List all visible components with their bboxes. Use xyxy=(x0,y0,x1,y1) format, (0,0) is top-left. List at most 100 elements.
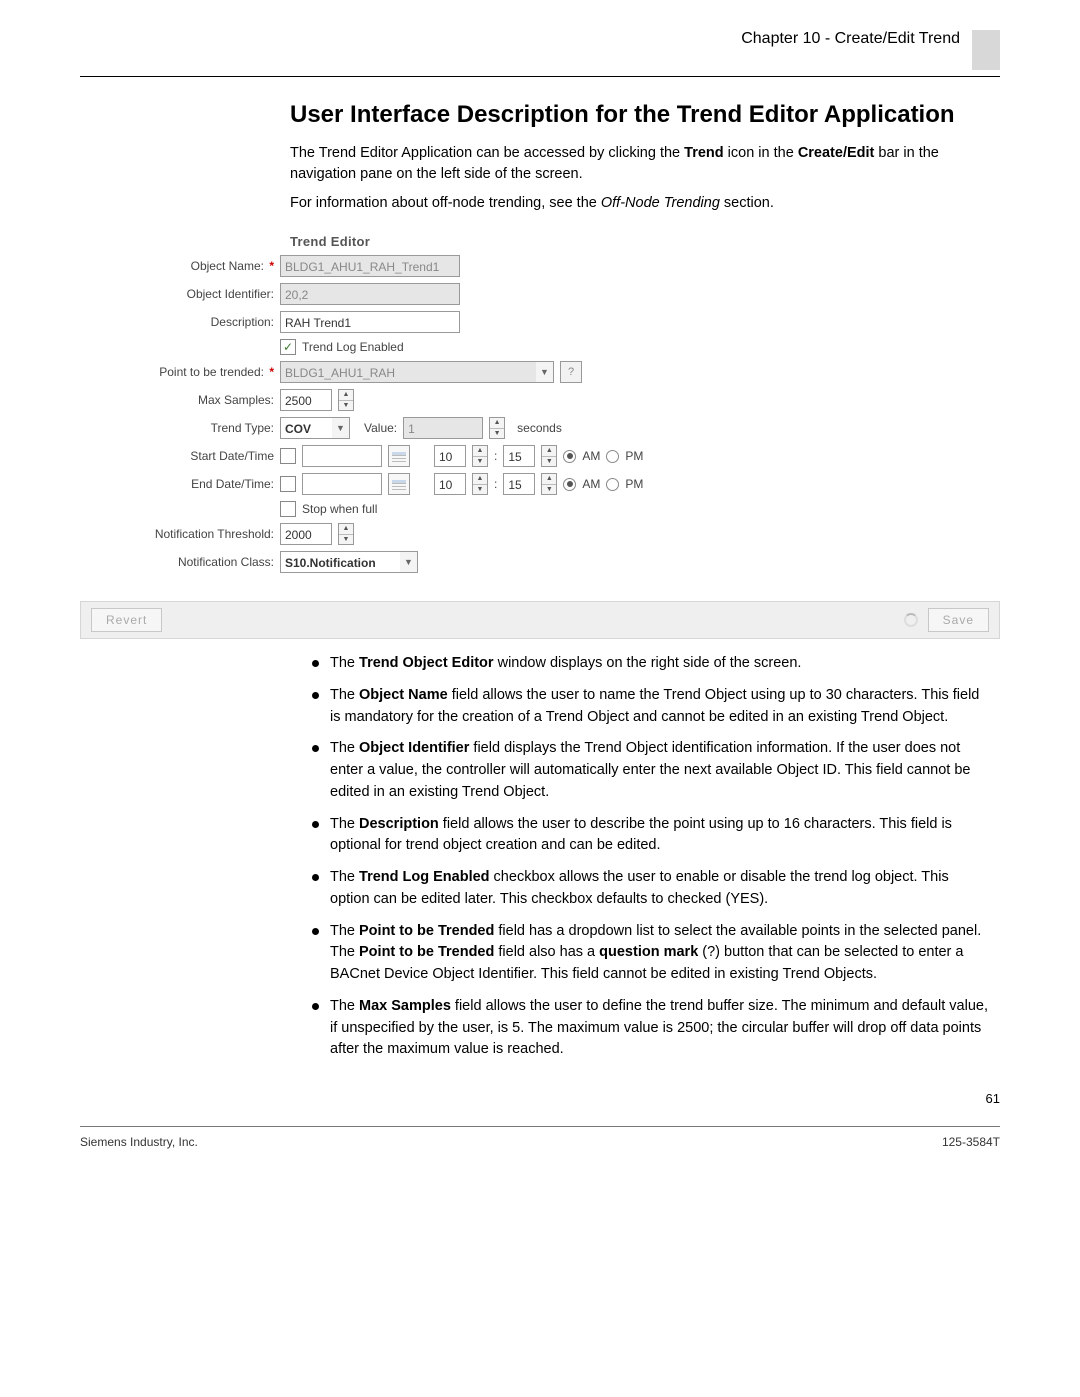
end-hour-input[interactable]: 10 xyxy=(434,473,466,495)
revert-button[interactable]: Revert xyxy=(91,608,162,632)
object-id-label: Object Identifier: xyxy=(80,287,280,301)
end-minute-input[interactable]: 15 xyxy=(503,473,535,495)
list-item: The Trend Object Editor window displays … xyxy=(312,653,990,675)
text: window displays on the right side of the… xyxy=(494,655,802,671)
start-pm-radio[interactable] xyxy=(606,450,619,463)
max-samples-spinner[interactable]: ▲▼ xyxy=(338,389,354,411)
list-item: The Object Name field allows the user to… xyxy=(312,685,990,729)
text-bold: Description xyxy=(359,816,439,832)
start-am-radio[interactable] xyxy=(563,450,576,463)
text-bold: Point to be Trended xyxy=(359,923,494,939)
value-input[interactable]: 1 xyxy=(403,417,483,439)
value-label: Value: xyxy=(364,421,397,435)
chapter-label: Chapter 10 - Create/Edit xyxy=(741,30,914,47)
text-bold: Object Name xyxy=(359,687,448,703)
notif-class-select[interactable]: S10.Notification xyxy=(280,551,400,573)
am-label: AM xyxy=(582,449,600,463)
list-item: The Description field allows the user to… xyxy=(312,814,990,858)
chapter-subtitle: Trend xyxy=(919,30,960,47)
am-label: AM xyxy=(582,477,600,491)
object-id-input[interactable]: 20,2 xyxy=(280,283,460,305)
header-decor xyxy=(972,30,1000,70)
text: The xyxy=(330,869,359,885)
chevron-down-icon[interactable]: ▼ xyxy=(400,551,418,573)
end-enable-checkbox[interactable] xyxy=(280,476,296,492)
start-minute-spinner[interactable]: ▲▼ xyxy=(541,445,557,467)
page-number: 61 xyxy=(80,1091,1000,1106)
start-date-input[interactable] xyxy=(302,445,382,467)
notif-threshold-input[interactable]: 2000 xyxy=(280,523,332,545)
value-spinner[interactable]: ▲▼ xyxy=(489,417,505,439)
text-bold: Trend xyxy=(684,145,723,161)
text: icon in the xyxy=(724,145,798,161)
text: field also has a xyxy=(494,944,599,960)
trend-type-select[interactable]: COV xyxy=(280,417,332,439)
calendar-icon[interactable] xyxy=(388,445,410,467)
max-samples-input[interactable]: 2500 xyxy=(280,389,332,411)
text: The xyxy=(330,816,359,832)
start-date-label: Start Date/Time xyxy=(80,449,280,463)
start-minute-input[interactable]: 15 xyxy=(503,445,535,467)
pm-label: PM xyxy=(625,449,643,463)
seconds-label: seconds xyxy=(517,421,562,435)
trend-log-enabled-checkbox[interactable] xyxy=(280,339,296,355)
text: section. xyxy=(720,195,774,211)
intro-para-1: The Trend Editor Application can be acce… xyxy=(290,143,990,185)
text-bold: Object Identifier xyxy=(359,740,469,756)
point-label: Point to be trended: xyxy=(159,365,264,379)
start-hour-spinner[interactable]: ▲▼ xyxy=(472,445,488,467)
list-item: The Object Identifier field displays the… xyxy=(312,738,990,803)
text: The xyxy=(330,655,359,671)
required-mark: * xyxy=(269,365,274,379)
notif-class-label: Notification Class: xyxy=(80,555,280,569)
text: The xyxy=(330,687,359,703)
end-date-label: End Date/Time: xyxy=(80,477,280,491)
text-bold: question mark xyxy=(599,944,698,960)
required-mark: * xyxy=(269,259,274,273)
start-hour-input[interactable]: 10 xyxy=(434,445,466,467)
time-colon: : xyxy=(494,477,497,491)
notif-threshold-label: Notification Threshold: xyxy=(80,527,280,541)
end-pm-radio[interactable] xyxy=(606,478,619,491)
text: The xyxy=(330,923,359,939)
intro-para-2: For information about off-node trending,… xyxy=(290,193,990,214)
object-name-label: Object Name: xyxy=(191,259,264,273)
description-label: Description: xyxy=(80,315,280,329)
chevron-down-icon[interactable]: ▼ xyxy=(536,361,554,383)
time-colon: : xyxy=(494,449,497,463)
end-minute-spinner[interactable]: ▲▼ xyxy=(541,473,557,495)
trend-log-enabled-label: Trend Log Enabled xyxy=(302,340,404,354)
object-name-input[interactable]: BLDG1_AHU1_RAH_Trend1 xyxy=(280,255,460,277)
chevron-down-icon[interactable]: ▼ xyxy=(332,417,350,439)
calendar-icon[interactable] xyxy=(388,473,410,495)
text-italic: Off-Node Trending xyxy=(601,195,720,211)
end-hour-spinner[interactable]: ▲▼ xyxy=(472,473,488,495)
end-am-radio[interactable] xyxy=(563,478,576,491)
notif-threshold-spinner[interactable]: ▲▼ xyxy=(338,523,354,545)
help-button[interactable]: ? xyxy=(560,361,582,383)
text: For information about off-node trending,… xyxy=(290,195,601,211)
list-item: The Max Samples field allows the user to… xyxy=(312,996,990,1061)
stop-when-full-label: Stop when full xyxy=(302,502,377,516)
stop-when-full-checkbox[interactable] xyxy=(280,501,296,517)
end-date-input[interactable] xyxy=(302,473,382,495)
save-button[interactable]: Save xyxy=(928,608,989,632)
footer-company: Siemens Industry, Inc. xyxy=(80,1135,198,1149)
text-bold: Trend Object Editor xyxy=(359,655,494,671)
text-bold: Point to be Trended xyxy=(359,944,494,960)
text: The xyxy=(330,998,359,1014)
text-bold: Create/Edit xyxy=(798,145,875,161)
list-item: The Trend Log Enabled checkbox allows th… xyxy=(312,867,990,911)
list-item: The Point to be Trended field has a drop… xyxy=(312,921,990,986)
point-select[interactable]: BLDG1_AHU1_RAH xyxy=(280,361,536,383)
section-title: User Interface Description for the Trend… xyxy=(290,101,990,129)
start-enable-checkbox[interactable] xyxy=(280,448,296,464)
description-input[interactable]: RAH Trend1 xyxy=(280,311,460,333)
max-samples-label: Max Samples: xyxy=(80,393,280,407)
text-bold: Trend Log Enabled xyxy=(359,869,490,885)
footer-docnum: 125-3584T xyxy=(942,1135,1000,1149)
loading-icon xyxy=(904,613,918,627)
text-bold: Max Samples xyxy=(359,998,451,1014)
pm-label: PM xyxy=(625,477,643,491)
text: The Trend Editor Application can be acce… xyxy=(290,145,684,161)
